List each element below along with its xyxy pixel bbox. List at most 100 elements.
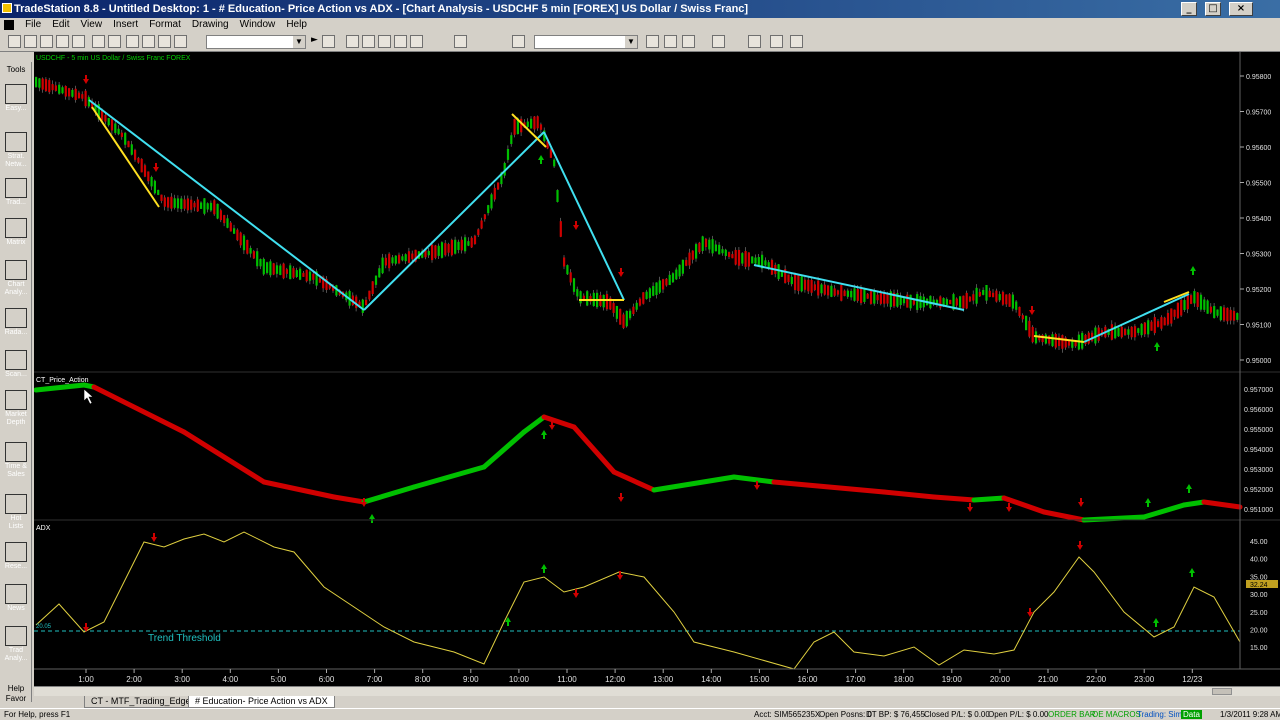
menu-help[interactable]: Help [282,18,311,31]
candle [701,236,704,251]
refresh-icon[interactable] [410,35,423,48]
chart-window-icon[interactable] [346,35,359,48]
candle [1117,327,1120,337]
shortcut-matrix[interactable]: Matrix [3,218,29,247]
menu-insert[interactable]: Insert [109,18,142,31]
candle [688,252,691,266]
crosshair-icon[interactable] [646,35,659,48]
shortcut-scanner[interactable]: Scan... [3,350,29,379]
shortcut-time-sales[interactable]: Time & Sales [3,442,29,479]
shortcut-market-depth[interactable]: Market Depth [3,390,29,427]
trend-line [363,131,545,311]
candle [427,250,430,256]
price-pane [35,75,1239,353]
candle [318,278,321,283]
shortcut-research[interactable]: Rese... [3,542,29,571]
trendline-icon[interactable] [664,35,677,48]
candle [1028,320,1031,337]
tab-mtf-trading-edge[interactable]: CT - MTF_Trading_Edge [84,696,198,708]
candle [533,116,536,130]
menu-window[interactable]: Window [236,18,280,31]
price-action-ribbon [571,424,617,475]
open-desktop-icon[interactable] [40,35,53,48]
shortcut-favorites[interactable]: Favor [0,694,32,703]
shortcut-strategy-network[interactable]: Strat. Netw... [3,132,29,169]
candle [794,274,797,291]
candle [295,270,298,277]
copy-icon[interactable] [142,35,155,48]
indicator-icon[interactable] [682,35,695,48]
print-icon[interactable] [108,35,121,48]
draw-tool-icon[interactable] [322,35,335,48]
matrix-window-icon[interactable] [378,35,391,48]
candle [256,251,259,267]
radar-window-icon[interactable] [362,35,375,48]
status-oe-macros[interactable]: OE MACROS [1092,710,1141,719]
candle [1031,326,1034,343]
format-icon[interactable] [454,35,467,48]
shortcut-chart-analysis[interactable]: Chart Analy... [3,260,29,297]
candle [876,294,879,301]
go-arrow-icon[interactable]: ► [308,35,321,48]
palette-icon[interactable] [174,35,187,48]
shortcut-easylanguage[interactable]: Easy... [3,84,29,113]
scanner-window-icon[interactable] [394,35,407,48]
print-preview-icon[interactable] [92,35,105,48]
workspace-tabs: CT - MTF_Trading_Edge # Education- Price… [34,696,1280,708]
trend-line [88,99,365,311]
status-data: Data [1181,710,1202,719]
link-icon[interactable] [790,35,803,48]
tab-price-action-vs-adx[interactable]: # Education- Price Action vs ADX [188,696,335,708]
shortcut-trading-app[interactable]: Trad... [3,178,29,207]
shortcut-radarscreen[interactable]: Rada... [3,308,29,337]
candle [734,249,737,265]
open-folder-icon[interactable] [24,35,37,48]
menu-format[interactable]: Format [145,18,185,31]
candle [1087,332,1090,344]
symbol-combo[interactable]: ▼ [206,35,306,49]
interval-combo[interactable]: ▼ [534,35,638,49]
trend-line [543,131,625,301]
candle [388,253,391,269]
shortcut-header: Tools [6,65,26,74]
chart-canvas[interactable]: 0.95800 0.95700 0.95600 0.95500 0.95400 0.953… [34,52,1280,686]
menu-edit[interactable]: Edit [48,18,73,31]
paste-icon[interactable] [158,35,171,48]
shortcut-news[interactable]: News [3,584,29,613]
close-button[interactable]: × [1229,2,1253,16]
price-action-ribbon [541,414,577,430]
shortcut-hot-lists[interactable]: Hot Lists [3,494,29,531]
candle [1160,317,1163,329]
candle [559,221,562,237]
candle [470,237,473,248]
maximize-button[interactable]: □ [1205,2,1221,16]
time-tick-label: 8:00 [415,675,431,684]
menu-file[interactable]: File [21,18,45,31]
tools-icon[interactable] [770,35,783,48]
new-icon[interactable] [8,35,21,48]
shortcut-trade-analysis[interactable]: Trad Analy... [3,626,29,663]
candle [223,215,226,224]
status-order-bar[interactable]: ORDER BAR [1048,710,1096,719]
scrollbar-thumb[interactable] [1212,688,1232,695]
menu-view[interactable]: View [77,18,107,31]
candle [1067,340,1071,346]
candle [648,288,651,298]
folder-icon[interactable] [72,35,85,48]
candle [556,190,559,202]
minimize-button[interactable]: _ [1181,2,1197,16]
pointer-icon[interactable] [748,35,761,48]
candle [193,202,196,208]
horizontal-scrollbar[interactable] [34,686,1280,696]
shortcut-help[interactable]: Help [0,684,32,693]
candle [203,198,206,214]
zoom-icon[interactable] [712,35,725,48]
candle [1190,295,1193,304]
grid-icon[interactable] [512,35,525,48]
save-icon[interactable] [56,35,69,48]
menu-drawing[interactable]: Drawing [188,18,233,31]
candle [671,273,675,283]
candle [299,268,302,280]
cut-icon[interactable] [126,35,139,48]
candle [797,275,800,291]
